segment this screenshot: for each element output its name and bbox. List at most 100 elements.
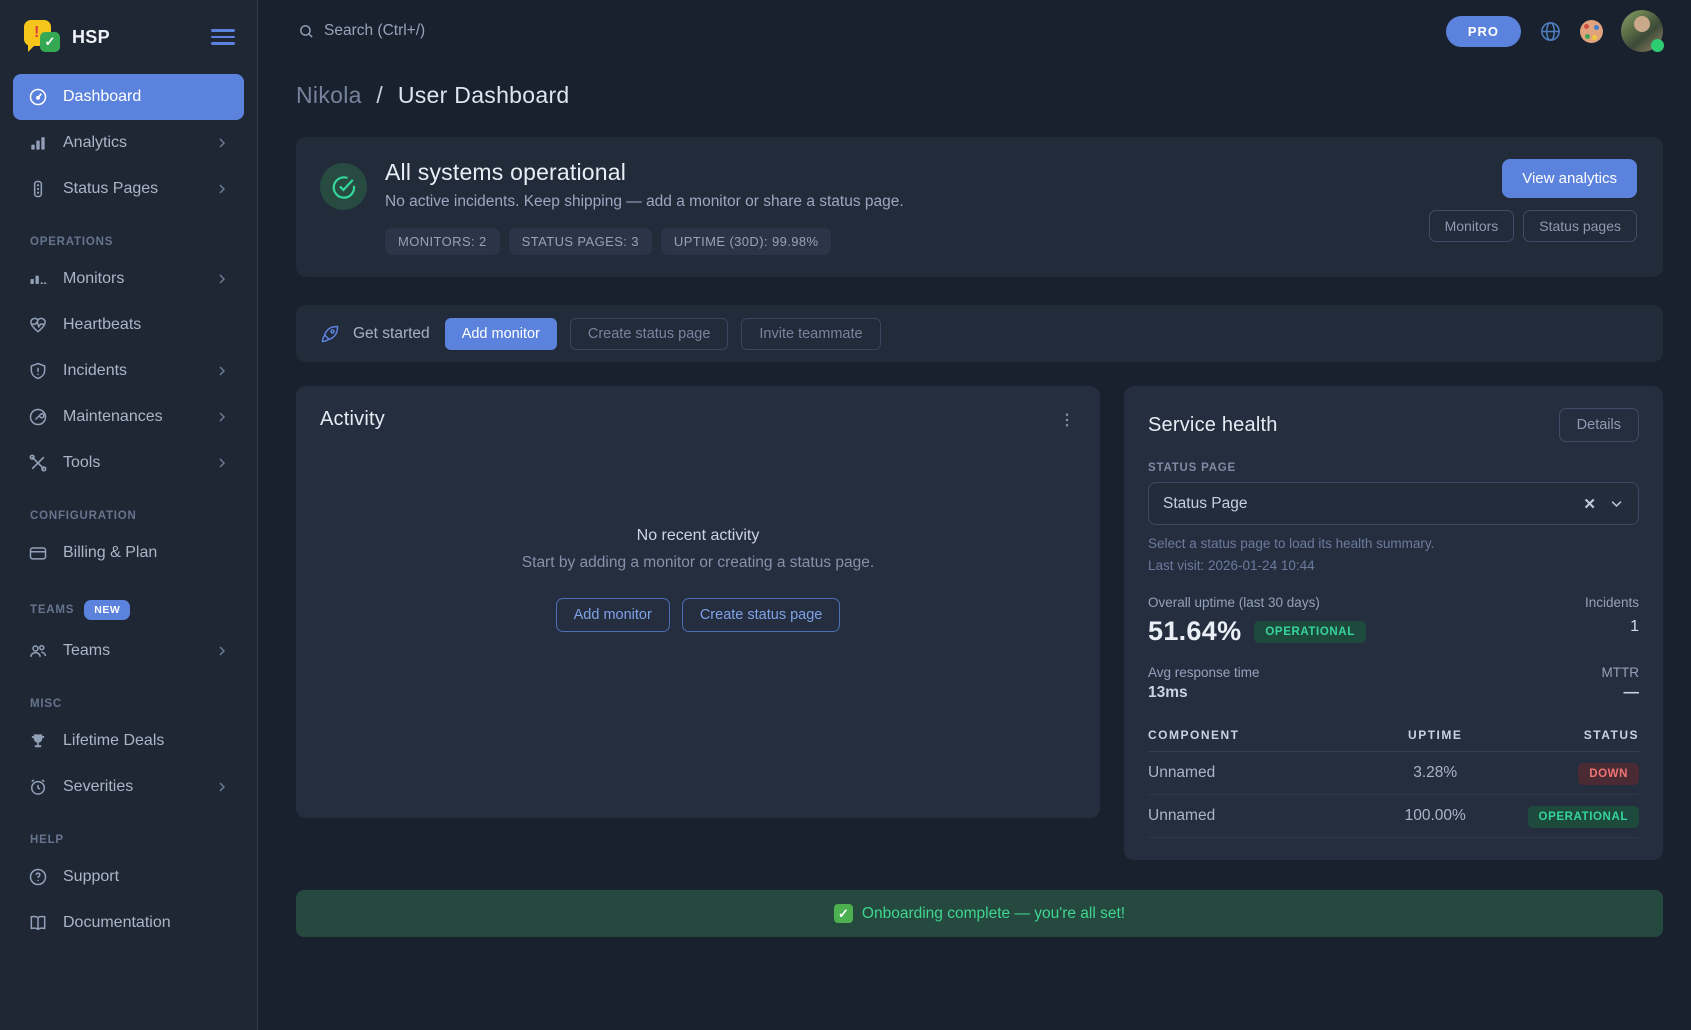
logo-exclamation: ! <box>34 24 39 42</box>
maintenance-wrench-circle-icon <box>27 406 49 428</box>
chevron-right-icon <box>214 455 230 471</box>
monitors-count-badge: MONITORS: 2 <box>385 228 500 255</box>
empty-state-title: No recent activity <box>320 527 1076 545</box>
sidebar-item-lifetime-deals[interactable]: Lifetime Deals <box>13 718 244 764</box>
rocket-icon <box>320 324 340 344</box>
traffic-light-icon <box>27 178 49 200</box>
sidebar-item-label: Teams <box>63 642 214 660</box>
sidebar-section-misc: MISC <box>30 698 257 710</box>
uptime-label: Overall uptime (last 30 days) <box>1148 595 1366 610</box>
component-uptime: 3.28% <box>1354 752 1516 795</box>
breadcrumb-parent[interactable]: Nikola <box>296 82 362 108</box>
status-pages-count-badge: STATUS PAGES: 3 <box>509 228 652 255</box>
table-header-component: COMPONENT <box>1148 718 1354 752</box>
sidebar-item-tools[interactable]: Tools <box>13 440 244 486</box>
sidebar-section-help: HELP <box>30 834 257 846</box>
kebab-menu-icon[interactable] <box>1058 410 1076 430</box>
get-started-bar: Get started Add monitor Create status pa… <box>296 305 1663 362</box>
breadcrumb: Nikola / User Dashboard <box>296 82 1663 109</box>
system-status-card: All systems operational No active incide… <box>296 137 1663 277</box>
sidebar-item-heartbeats[interactable]: Heartbeats <box>13 302 244 348</box>
sidebar-item-incidents[interactable]: Incidents <box>13 348 244 394</box>
create-status-page-button[interactable]: Create status page <box>570 318 729 350</box>
logo-check-icon: ✓ <box>40 32 60 52</box>
heartbeat-icon <box>27 314 49 336</box>
sidebar-item-label: Status Pages <box>63 180 214 198</box>
chevron-right-icon <box>214 779 230 795</box>
sidebar-item-label: Heartbeats <box>63 316 230 334</box>
app-root: ! ✓ HSP Dashboard Analytics <box>0 0 1691 1030</box>
operational-status-badge: OPERATIONAL <box>1528 806 1639 828</box>
select-helper-text: Select a status page to load its health … <box>1148 536 1639 551</box>
add-monitor-button[interactable]: Add monitor <box>556 598 670 632</box>
view-analytics-button[interactable]: View analytics <box>1502 159 1637 198</box>
monitor-bars-icon <box>27 268 49 290</box>
user-avatar[interactable] <box>1621 10 1663 52</box>
theme-palette-icon[interactable] <box>1580 20 1603 43</box>
service-health-title: Service health <box>1148 414 1278 437</box>
activity-title: Activity <box>320 408 385 431</box>
sidebar-item-severities[interactable]: Severities <box>13 764 244 810</box>
mttr-value: — <box>1602 684 1640 702</box>
status-page-select[interactable]: Status Page ✕ <box>1148 482 1639 525</box>
chevron-right-icon <box>214 181 230 197</box>
status-pages-button[interactable]: Status pages <box>1523 210 1637 242</box>
sidebar-section-teams: TEAMS NEW <box>30 600 257 620</box>
sidebar-item-label: Dashboard <box>63 88 230 106</box>
pro-badge[interactable]: PRO <box>1446 16 1521 47</box>
topbar-actions: PRO <box>1446 10 1663 52</box>
brand-name: HSP <box>72 27 211 48</box>
sidebar-item-label: Maintenances <box>63 408 214 426</box>
sidebar-item-label: Lifetime Deals <box>63 732 230 750</box>
sidebar-item-label: Documentation <box>63 914 230 932</box>
incidents-label: Incidents <box>1585 595 1639 610</box>
sidebar-item-documentation[interactable]: Documentation <box>13 900 244 946</box>
global-search[interactable] <box>298 22 1446 40</box>
book-icon <box>27 912 49 934</box>
sidebar-item-label: Incidents <box>63 362 214 380</box>
sidebar-item-analytics[interactable]: Analytics <box>13 120 244 166</box>
sidebar-item-label: Severities <box>63 778 214 796</box>
uptime-value: 51.64% <box>1148 616 1241 647</box>
new-badge: NEW <box>84 600 130 620</box>
sidebar-item-dashboard[interactable]: Dashboard <box>13 74 244 120</box>
online-status-dot <box>1651 39 1664 52</box>
globe-icon[interactable] <box>1539 20 1562 43</box>
search-input[interactable] <box>324 22 744 40</box>
sidebar-item-label: Tools <box>63 454 214 472</box>
get-started-label: Get started <box>353 325 430 343</box>
alarm-clock-icon <box>27 776 49 798</box>
component-name: Unnamed <box>1148 795 1354 838</box>
people-icon <box>27 640 49 662</box>
sidebar-item-status-pages[interactable]: Status Pages <box>13 166 244 212</box>
invite-teammate-button[interactable]: Invite teammate <box>741 318 880 350</box>
question-circle-icon <box>27 866 49 888</box>
sidebar-item-maintenances[interactable]: Maintenances <box>13 394 244 440</box>
components-table: COMPONENT UPTIME STATUS Unnamed 3.28% DO… <box>1148 718 1639 838</box>
hamburger-menu-icon[interactable] <box>211 29 235 45</box>
status-page-select-label: STATUS PAGE <box>1148 462 1639 474</box>
app-logo-icon: ! ✓ <box>24 20 60 54</box>
bar-chart-icon <box>27 132 49 154</box>
chevron-down-icon <box>1609 496 1624 511</box>
activity-empty-state: No recent activity Start by adding a mon… <box>320 527 1076 632</box>
clear-icon[interactable]: ✕ <box>1583 495 1596 513</box>
table-row: Unnamed 100.00% OPERATIONAL <box>1148 795 1639 838</box>
table-header-uptime: UPTIME <box>1354 718 1516 752</box>
content: Nikola / User Dashboard All systems oper… <box>258 62 1691 937</box>
monitors-button[interactable]: Monitors <box>1429 210 1515 242</box>
activity-card: Activity No recent activity Start by add… <box>296 386 1100 818</box>
add-monitor-button[interactable]: Add monitor <box>445 318 557 350</box>
sidebar-item-label: Billing & Plan <box>63 544 230 562</box>
details-button[interactable]: Details <box>1559 408 1639 442</box>
sidebar-item-monitors[interactable]: Monitors <box>13 256 244 302</box>
sidebar-item-support[interactable]: Support <box>13 854 244 900</box>
trophy-icon <box>27 730 49 752</box>
onboarding-banner-text: Onboarding complete — you're all set! <box>862 905 1125 923</box>
create-status-page-button[interactable]: Create status page <box>682 598 841 632</box>
down-status-badge: DOWN <box>1578 763 1639 785</box>
crossed-tools-icon <box>27 452 49 474</box>
sidebar-item-billing[interactable]: Billing & Plan <box>13 530 244 576</box>
sidebar-item-teams[interactable]: Teams <box>13 628 244 674</box>
sidebar: ! ✓ HSP Dashboard Analytics <box>0 0 258 1030</box>
